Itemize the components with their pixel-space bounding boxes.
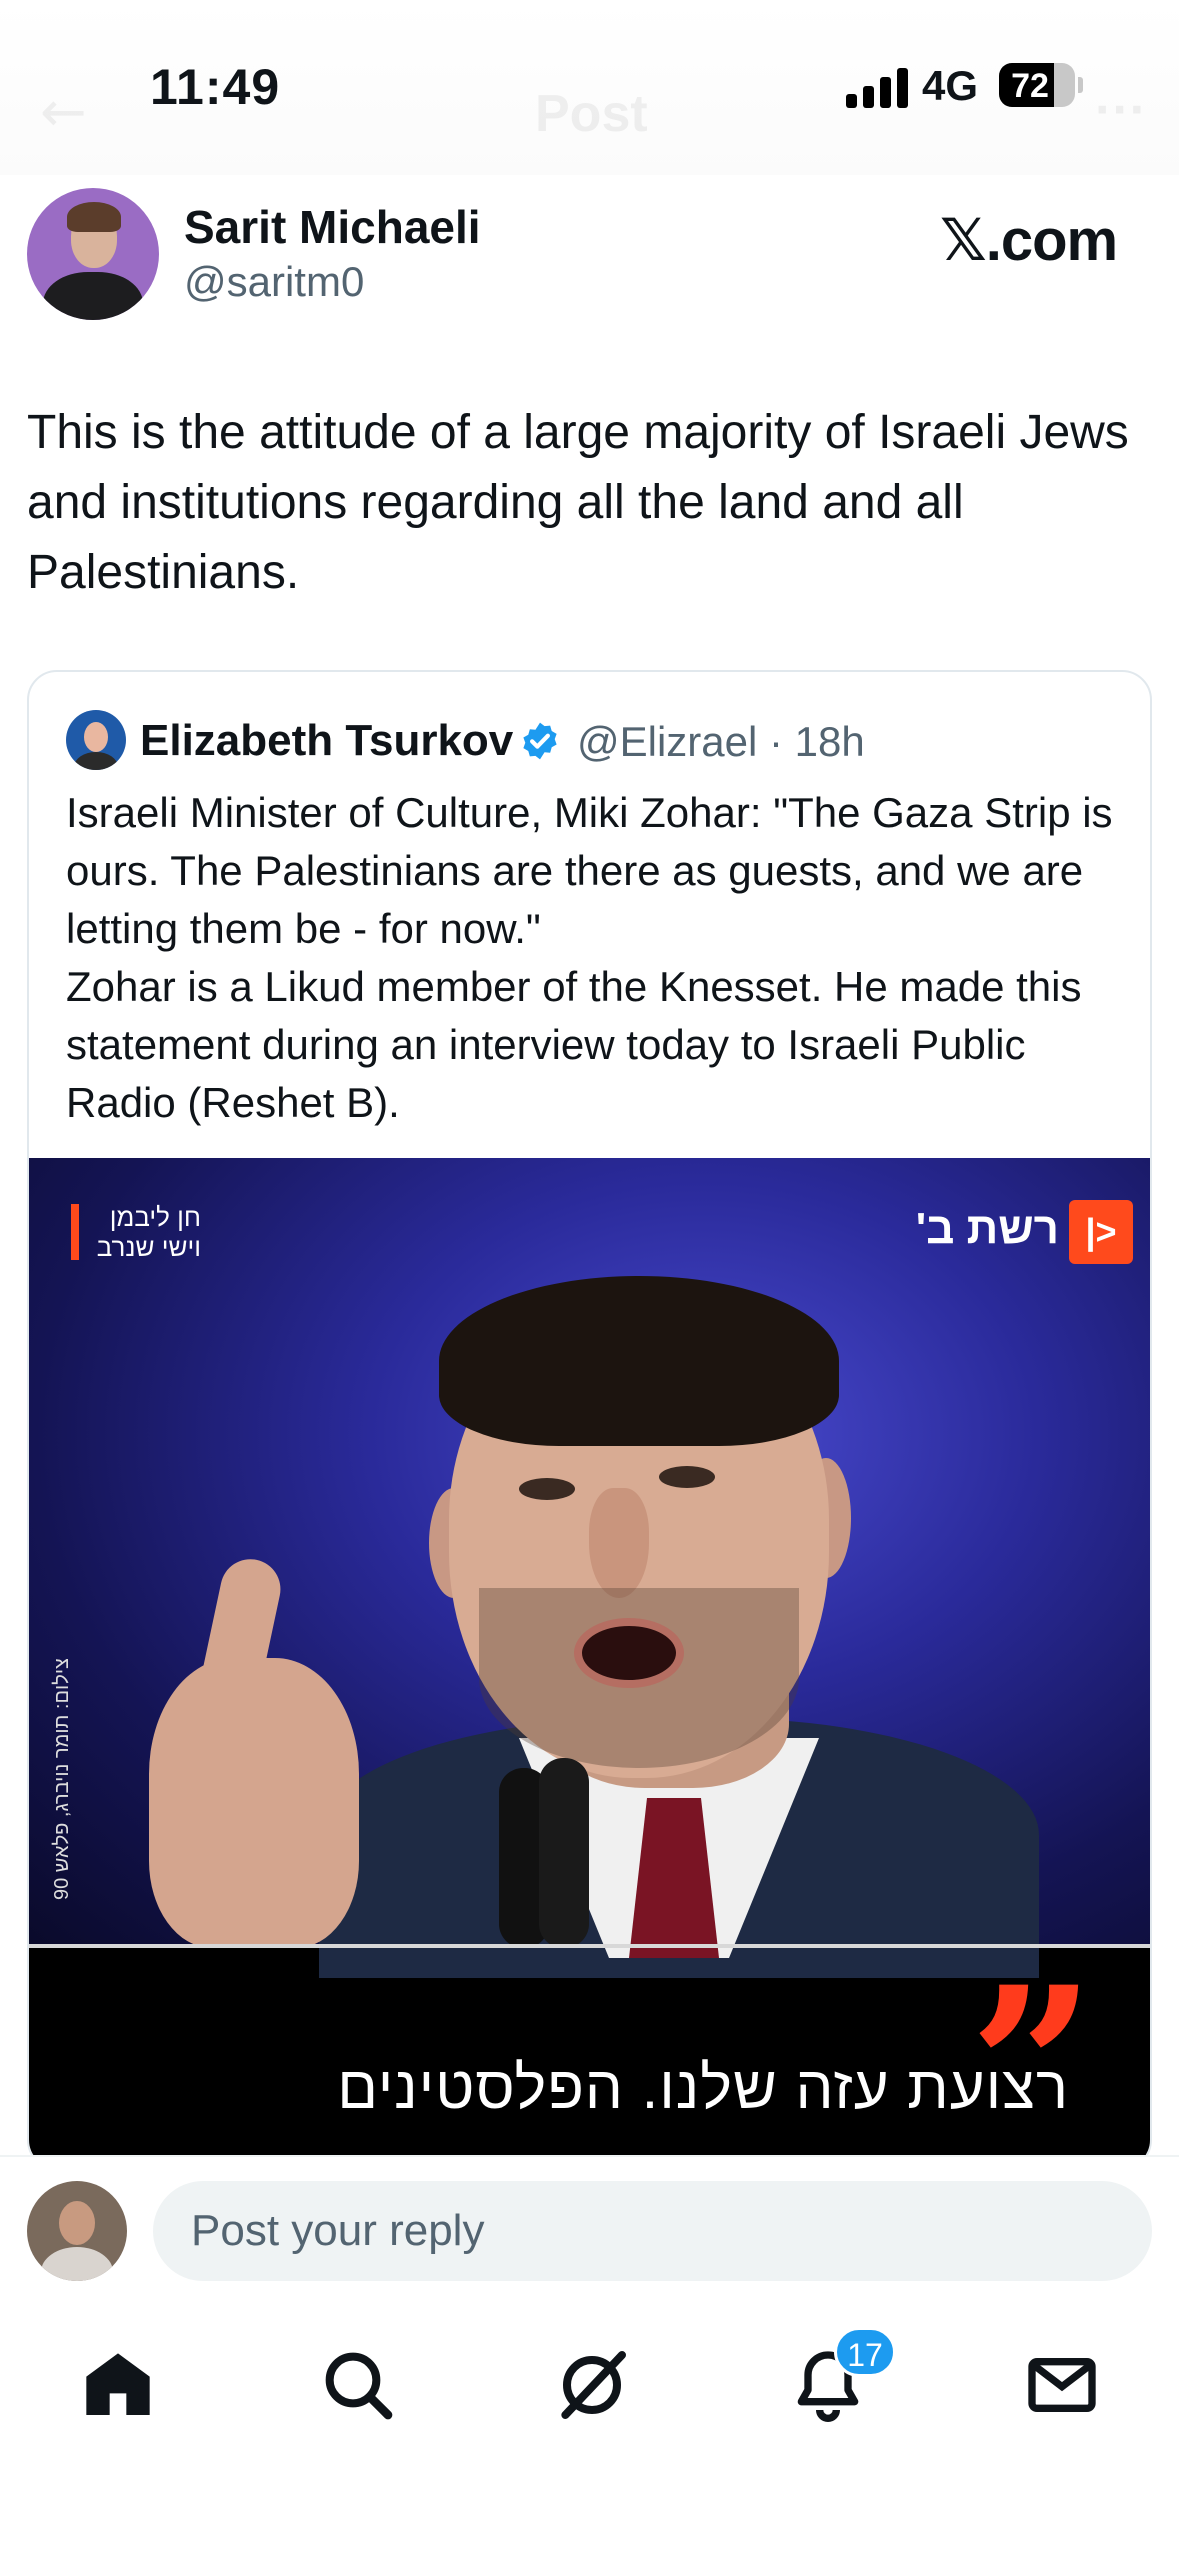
reply-bar xyxy=(0,2155,1179,2305)
person-nose xyxy=(589,1488,649,1598)
quote-media-image[interactable]: חן ליבמן וישי שנרב רשת ב' |> צילום: תומר… xyxy=(29,1158,1150,2168)
author-handle[interactable]: @saritm0 xyxy=(184,258,364,306)
grok-icon[interactable] xyxy=(552,2345,632,2425)
brand-logo: 𝕏.com xyxy=(940,208,1118,273)
person-eye xyxy=(519,1478,575,1500)
media-logo-icon: |> xyxy=(1069,1200,1133,1264)
quoted-post[interactable]: Elizabeth Tsurkov @Elizrael · 18h Israel… xyxy=(27,670,1152,2170)
current-user-avatar[interactable] xyxy=(27,2181,127,2281)
person-hand xyxy=(149,1658,359,1948)
person-hair xyxy=(439,1276,839,1446)
person-mouth xyxy=(574,1618,684,1688)
bottom-nav: 17 xyxy=(0,2305,1179,2556)
search-icon[interactable] xyxy=(318,2345,398,2425)
media-credit: חן ליבמן וישי שנרב xyxy=(96,1202,201,1262)
tweet-text: This is the attitude of a large majority… xyxy=(27,406,1129,599)
media-caption: רצועת עזה שלנו. הפלסטינים xyxy=(337,2054,1069,2121)
more-icon[interactable]: ··· xyxy=(1095,80,1147,140)
media-photo-credit: צילום: תומר נויברג, פלאש 90 xyxy=(51,1658,73,1900)
notifications-badge: 17 xyxy=(834,2327,896,2377)
quote-author-avatar[interactable] xyxy=(66,710,126,770)
signal-icon xyxy=(846,66,908,108)
messages-icon[interactable] xyxy=(1022,2345,1102,2425)
media-logo-text: רשת ב' xyxy=(915,1204,1059,1253)
quote-author-name[interactable]: Elizabeth Tsurkov xyxy=(140,716,513,766)
battery-icon: 72 xyxy=(999,63,1075,107)
author-name[interactable]: Sarit Michaeli xyxy=(184,200,481,254)
home-icon[interactable] xyxy=(78,2345,158,2425)
back-arrow-icon[interactable]: ← xyxy=(40,80,87,145)
status-bar: ← Post ··· 11:49 4G 72 xyxy=(0,0,1179,175)
battery-tip xyxy=(1078,77,1083,93)
status-time: 11:49 xyxy=(150,59,281,115)
quote-text: Israeli Minister of Culture, Miki Zohar:… xyxy=(66,789,1113,1126)
author-avatar[interactable] xyxy=(27,188,159,320)
verified-badge-icon xyxy=(523,722,557,760)
person-eye xyxy=(659,1466,715,1488)
quote-author-handle[interactable]: @Elizrael · 18h xyxy=(577,718,865,766)
reply-input[interactable] xyxy=(153,2181,1152,2281)
microphone xyxy=(539,1758,589,1948)
battery-level: 72 xyxy=(1011,67,1049,105)
network-label: 4G xyxy=(922,62,979,109)
credit-accent xyxy=(71,1204,79,1260)
page-title: Post xyxy=(535,85,648,143)
